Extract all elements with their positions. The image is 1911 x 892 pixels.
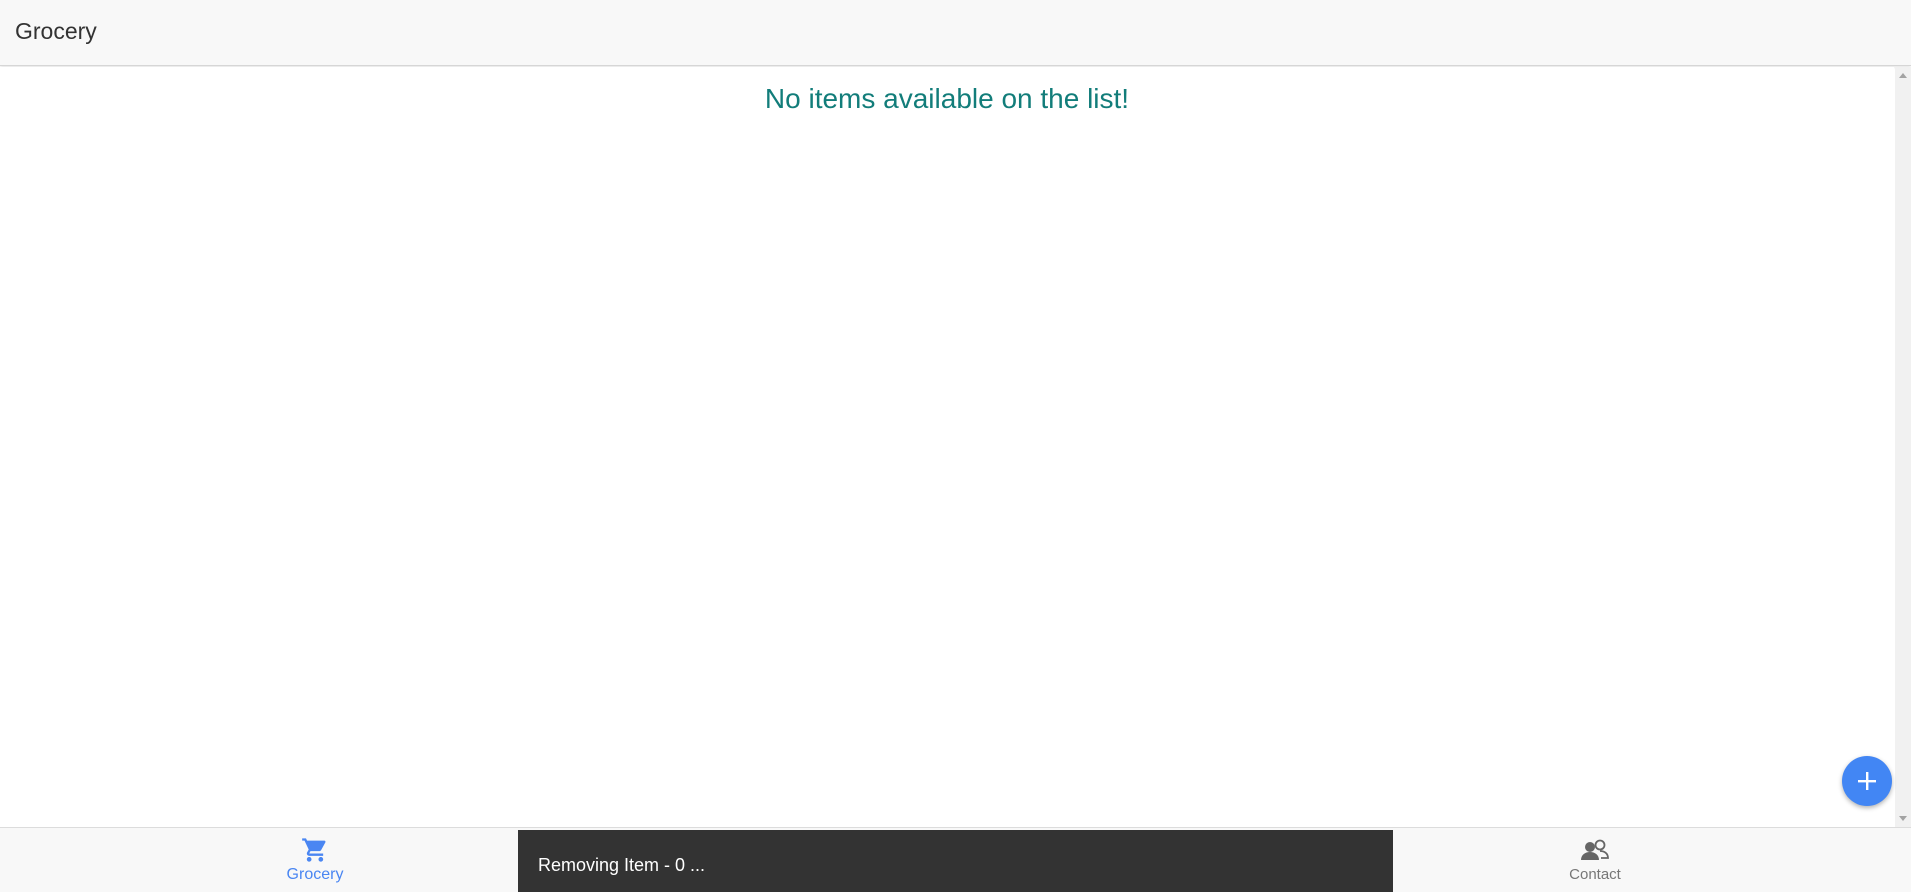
app-header: Grocery (0, 0, 1911, 66)
tab-grocery-label: Grocery (286, 866, 344, 883)
add-item-button[interactable] (1842, 756, 1892, 806)
scroll-up-arrow-icon[interactable] (1899, 73, 1907, 78)
grocery-list-area[interactable]: No items available on the list! (0, 67, 1894, 827)
plus-icon (1858, 772, 1876, 790)
page-title: Grocery (15, 18, 97, 44)
cart-icon (302, 838, 326, 862)
scroll-down-arrow-icon[interactable] (1899, 816, 1907, 821)
empty-list-message: No items available on the list! (764, 83, 1130, 114)
vertical-scrollbar[interactable] (1895, 67, 1911, 827)
app-window: Grocery No items available on the list! … (0, 0, 1911, 892)
toast-message: Removing Item - 0 ... (538, 855, 706, 875)
contacts-icon (1581, 839, 1609, 860)
tab-contact[interactable]: Contact (1495, 828, 1695, 892)
tab-grocery[interactable]: Grocery (215, 828, 415, 892)
snackbar-toast: Removing Item - 0 ... (518, 830, 1393, 892)
tab-contact-label: Contact (1569, 866, 1621, 883)
